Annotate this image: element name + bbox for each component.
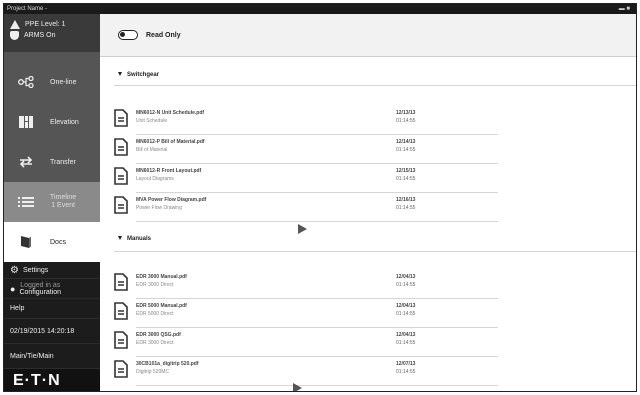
app-window: Project Name - ▬ ■ PPE Level: 1 ARMS On … <box>3 3 637 392</box>
row-divider <box>136 221 498 222</box>
arms-status: ARMS On <box>24 32 56 39</box>
window-controls[interactable]: ▬ ■ <box>619 4 630 14</box>
document-type: EDR 3000 Direct <box>136 282 174 288</box>
chevron-down-icon <box>118 72 122 77</box>
read-only-label: Read Only <box>146 31 181 39</box>
docs-panel: Read Only Switchgear MN6012-N Unit Sched… <box>100 14 636 391</box>
pdf-file-icon <box>114 109 128 127</box>
document-row[interactable]: MN6012-R Front Layout.pdf Layout Diagrams… <box>114 164 514 193</box>
document-row[interactable]: MVA Power Flow Diagram.pdf Power Flow Dra… <box>114 193 514 222</box>
document-row[interactable]: MN6012-N Unit Schedule.pdf Unit Schedule 1… <box>114 106 514 135</box>
settings-button[interactable]: ⚙ Settings <box>4 262 100 279</box>
document-row[interactable]: EDR 3000 Manual.pdf EDR 3000 Direct 12/04/… <box>114 270 514 299</box>
document-time: 01:14:55 <box>396 205 416 211</box>
document-time: 01:14:55 <box>396 311 416 317</box>
sidebar: PPE Level: 1 ARMS On One-line Elevation … <box>4 14 100 391</box>
datetime: 02/19/2015 14:20:18 <box>4 319 100 344</box>
document-time: 01:14:55 <box>396 118 416 124</box>
divider <box>114 85 636 86</box>
login-status[interactable]: ● Logged in as Configuration <box>4 279 100 299</box>
document-type: Digitrip 520MC <box>136 369 170 375</box>
document-time: 01:14:55 <box>396 282 416 288</box>
nav-label: One-line <box>50 78 77 86</box>
document-row[interactable]: 30CB101a_digitrip 520.pdf Digitrip 520MC 1… <box>114 357 514 386</box>
toolbar: Read Only <box>100 14 636 57</box>
elevation-icon <box>12 116 40 128</box>
pdf-file-icon <box>114 273 128 291</box>
help-button[interactable]: Help <box>4 299 100 319</box>
nav-label: Timeline <box>50 194 77 201</box>
document-date: 12/07/13 <box>396 361 416 367</box>
document-name: 30CB101a_digitrip 520.pdf <box>136 361 199 367</box>
ppe-level: PPE Level: 1 <box>25 21 66 28</box>
timeline-icon <box>12 196 40 208</box>
nav-timeline[interactable]: Timeline 1 Event <box>4 182 100 222</box>
document-date: 12/04/13 <box>396 303 416 309</box>
timeline-event-count: 1 Event <box>51 202 75 209</box>
one-line-icon <box>12 76 40 88</box>
document-type: Unit Schedule <box>136 118 168 124</box>
document-date: 12/04/13 <box>396 274 416 280</box>
divider <box>114 251 636 252</box>
pdf-file-icon <box>114 331 128 349</box>
pdf-file-icon <box>114 196 128 214</box>
document-date: 12/13/13 <box>396 110 416 116</box>
nav-docs[interactable]: Docs <box>4 222 100 262</box>
document-name: MVA Power Flow Diagram.pdf <box>136 197 207 203</box>
document-time: 01:14:55 <box>396 369 416 375</box>
document-name: MN6012-P Bill of Material.pdf <box>136 139 205 145</box>
ppe-status: PPE Level: 1 ARMS On <box>4 14 100 52</box>
window-title: Project Name - <box>7 6 48 12</box>
document-type: Layout Diagrams <box>136 176 174 182</box>
nav-label: Elevation <box>50 118 79 126</box>
document-type: Power Flow Drawing <box>136 205 182 211</box>
chevron-down-icon <box>118 236 122 241</box>
nav-transfer[interactable]: Transfer <box>4 142 100 182</box>
document-name: EDR 5000 Manual.pdf <box>136 303 187 309</box>
pdf-file-icon <box>114 302 128 320</box>
gear-icon: ⚙ <box>10 264 19 276</box>
row-divider <box>136 385 498 386</box>
nav-label: Transfer <box>50 158 76 166</box>
document-name: EDR 3000 Manual.pdf <box>136 274 187 280</box>
warning-icon <box>10 20 20 29</box>
nav-one-line[interactable]: One-line <box>4 62 100 102</box>
transfer-icon <box>12 156 40 168</box>
section-header-manuals[interactable]: Manuals <box>100 232 636 246</box>
sidebar-bottom-panel: ⚙ Settings ● Logged in as Configuration … <box>4 262 100 369</box>
document-type: EDR 3000 Direct <box>136 340 174 346</box>
document-time: 01:14:55 <box>396 176 416 182</box>
document-row[interactable]: MN6012-P Bill of Material.pdf Bill of Mat… <box>114 135 514 164</box>
pdf-file-icon <box>114 360 128 378</box>
document-row[interactable]: EDR 5000 Manual.pdf EDR 5000 Direct 12/04/… <box>114 299 514 328</box>
document-name: MN6012-R Front Layout.pdf <box>136 168 202 174</box>
document-date: 12/15/13 <box>396 168 416 174</box>
main-tie-main[interactable]: Main/Tie/Main <box>4 344 100 369</box>
eaton-logo: E·T·N <box>4 369 100 391</box>
nav-label: Docs <box>50 238 66 246</box>
play-icon[interactable] <box>293 383 302 391</box>
document-type: Bill of Material <box>136 147 168 153</box>
pdf-file-icon <box>114 138 128 156</box>
shield-icon <box>10 31 19 40</box>
document-row[interactable]: EDR 3000 QSG.pdf EDR 3000 Direct 12/04/13 0… <box>114 328 514 357</box>
document-date: 12/04/13 <box>396 332 416 338</box>
document-time: 01:14:55 <box>396 147 416 153</box>
read-only-toggle[interactable] <box>118 30 138 40</box>
document-date: 12/14/13 <box>396 139 416 145</box>
title-bar: Project Name - ▬ ■ <box>4 4 636 14</box>
user-icon: ● <box>10 283 16 294</box>
pdf-file-icon <box>114 167 128 185</box>
document-type: EDR 5000 Direct <box>136 311 174 317</box>
docs-icon <box>12 235 40 249</box>
document-time: 01:14:55 <box>396 340 416 346</box>
document-name: EDR 3000 QSG.pdf <box>136 332 181 338</box>
section-header-switchgear[interactable]: Switchgear <box>100 68 636 82</box>
document-name: MN6012-N Unit Schedule.pdf <box>136 110 205 116</box>
nav-elevation[interactable]: Elevation <box>4 102 100 142</box>
document-date: 12/16/13 <box>396 197 416 203</box>
